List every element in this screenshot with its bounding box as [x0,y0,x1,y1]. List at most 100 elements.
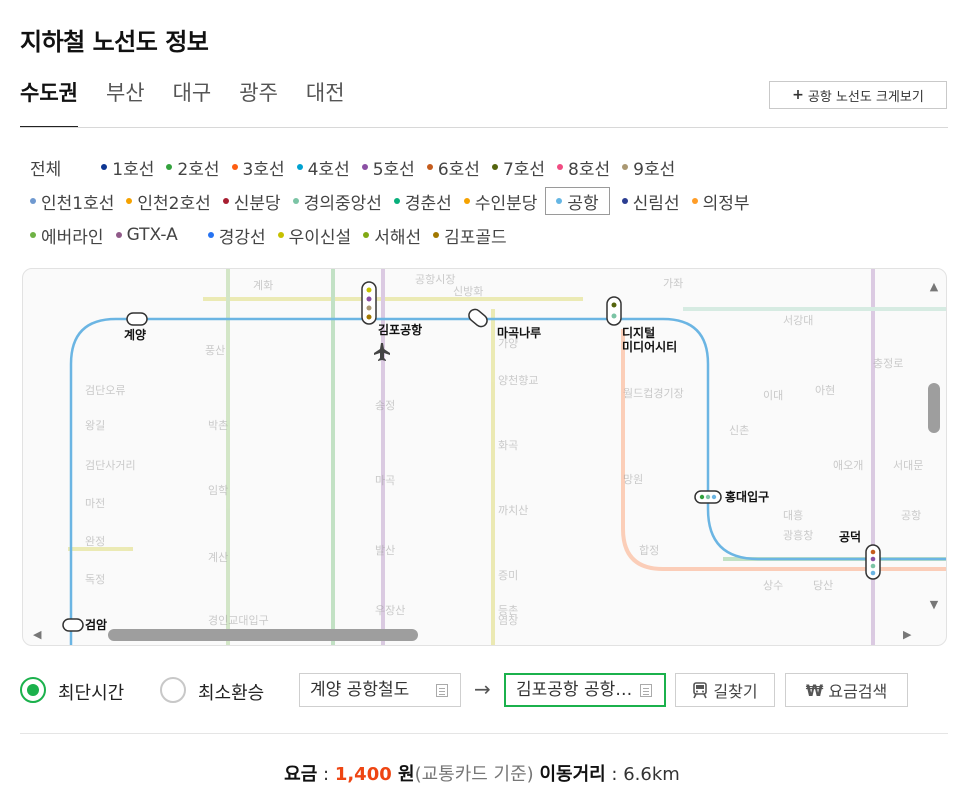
station-label: 공덕 [839,529,861,544]
station-gyeyang[interactable]: 계양 [124,312,148,342]
line-filter-row-2: 인천1호선 인천2호선 신분당 경의중앙선 경춘선 수인분당 공항 신림선 의정… [30,184,930,218]
region-tab-capital[interactable]: 수도권 [20,78,78,128]
line-filter-line4[interactable]: 4호선 [296,153,350,181]
line-filter-everline[interactable]: 에버라인 [30,221,104,249]
faded-station-label: 마곡 [375,474,395,487]
line-filter-shinbundang[interactable]: 신분당 [222,187,281,215]
min-transfer-radio[interactable] [160,677,186,703]
won-icon: ₩ [805,680,824,700]
line-filter-gyeongchun[interactable]: 경춘선 [393,187,452,215]
line-dot-icon [366,314,372,320]
tabs-divider [20,127,948,128]
line-dot-icon [433,232,440,238]
shortest-time-radio[interactable] [20,677,46,703]
line-filter-label: 2호선 [177,159,220,180]
line-filter-line2[interactable]: 2호선 [166,153,220,181]
scroll-left-icon[interactable]: ◀ [33,628,41,641]
faded-station-label: 왕길 [85,419,105,432]
line-filter-line6[interactable]: 6호선 [426,153,480,181]
horizontal-scroll-thumb[interactable] [108,629,418,641]
region-tab-busan[interactable]: 부산 [106,78,145,128]
line-filter-sillim[interactable]: 신림선 [621,187,680,215]
line-dot-icon [222,198,229,204]
scroll-down-icon[interactable]: ▼ [927,599,941,611]
line-dot-icon [622,164,629,170]
line-filter-label: 경의중앙선 [303,193,382,214]
line-filter-line1[interactable]: 1호선 [101,153,154,181]
line-filter-label: 의정부 [702,193,750,214]
region-tab-gwangju[interactable]: 광주 [239,78,278,128]
line-filter-line8[interactable]: 8호선 [557,153,610,181]
line-filter-gyeongui[interactable]: 경의중앙선 [292,187,382,215]
line-filter-gimpogold[interactable]: 김포골드 [433,221,507,249]
line-filter-line7[interactable]: 7호선 [491,153,545,181]
faded-station-label: 아현 [815,384,835,397]
find-route-button[interactable]: 길찾기 [675,673,775,707]
faded-station-label: 검단오류 [85,384,125,397]
line-dot-icon [705,494,711,500]
vertical-scroll-thumb[interactable] [928,383,940,433]
line-filter-seohae[interactable]: 서해선 [363,221,421,249]
line-filter-gtxa[interactable]: GTX-A [115,221,178,249]
line-dot-icon [366,296,372,302]
map-horizontal-scrollbar[interactable]: ◀ ▶ [23,623,926,645]
line-filter-label: 수인분당 [474,193,538,214]
faded-station-label: 망원 [623,473,643,486]
fare-separator: : [317,764,335,785]
line-dot-icon [556,198,563,204]
list-icon[interactable] [436,684,448,697]
faded-station-label: 신촌 [729,424,749,437]
region-tab-daegu[interactable]: 대구 [173,78,212,128]
region-tab-daejeon[interactable]: 대전 [306,78,345,128]
line-dot-icon [115,232,122,238]
airport-map-enlarge-button[interactable]: + 공항 노선도 크게보기 [769,81,947,109]
map-vertical-scrollbar[interactable]: ▲ ▼ [924,269,946,625]
line-filter-gyeonggang[interactable]: 경강선 [207,221,266,249]
line-filter-label: 8호선 [568,159,611,180]
line-filter-label: 신분당 [233,193,281,214]
line-filter-incheon2[interactable]: 인천2호선 [126,187,211,215]
line-filter-uijeongbu[interactable]: 의정부 [691,187,750,215]
arrow-right-icon: → [474,677,491,701]
line-filter-line5[interactable]: 5호선 [361,153,415,181]
station-dmc[interactable]: 디지털 미디어시티 [606,296,677,354]
line-filter-line3[interactable]: 3호선 [231,153,285,181]
line-dot-icon [126,198,133,204]
line-dot-icon [231,164,238,170]
line-dot-icon [691,198,698,204]
distance-label: 이동거리 [539,764,606,785]
scroll-up-icon[interactable]: ▲ [927,281,941,293]
line-filter-line9[interactable]: 9호선 [622,153,675,181]
faded-station-label: 양천향교 [498,373,538,387]
faded-station-label: 송정 [375,399,395,412]
page-title: 지하철 노선도 정보 [20,28,209,56]
line-dot-icon [870,563,876,569]
line-filter-uisinseol[interactable]: 우이신설 [277,221,351,249]
faded-station-label: 당산 [813,579,833,592]
station-gimpo-airport[interactable]: 김포공항 [361,281,422,361]
line-filter-all[interactable]: 전체 [30,153,61,181]
station-magongnaru[interactable]: 마곡나루 [466,307,541,340]
fare-search-button[interactable]: ₩ 요금검색 [785,673,908,707]
min-transfer-label: 최소환승 [198,683,265,704]
station-hongik-univ[interactable]: 홍대입구 [694,489,769,504]
faded-station-label: 합정 [639,544,659,557]
line-filter-label: 김포골드 [444,227,507,248]
list-icon[interactable] [640,684,652,697]
line-dot-icon [557,164,564,170]
subway-map-canvas[interactable]: 계화 공항시장 신방화 가좌 검단오류 왕길 검단사거리 마전 완정 독정 박촌… [23,269,947,646]
line-filter-airport[interactable]: 공항 [545,187,610,215]
line-filter-label: 경춘선 [404,193,452,214]
line-dot-icon [366,305,372,311]
faded-station-label: 대흥 [783,508,803,522]
subway-map[interactable]: 계화 공항시장 신방화 가좌 검단오류 왕길 검단사거리 마전 완정 독정 박촌… [22,268,947,646]
scroll-right-icon[interactable]: ▶ [903,628,911,641]
line-dot-icon [711,494,717,500]
line-dot-icon [363,232,370,238]
line-filter-suinbundang[interactable]: 수인분당 [463,187,538,215]
fare-basis: (교통카드 기준) [414,764,534,785]
line-filter-incheon1[interactable]: 인천1호선 [30,187,114,215]
line-filter-row-3: 에버라인 GTX-A 경강선 우이신설 서해선 김포골드 [30,218,930,252]
faded-station-label: 검단사거리 [85,459,136,472]
station-label: 마곡나루 [497,325,541,340]
